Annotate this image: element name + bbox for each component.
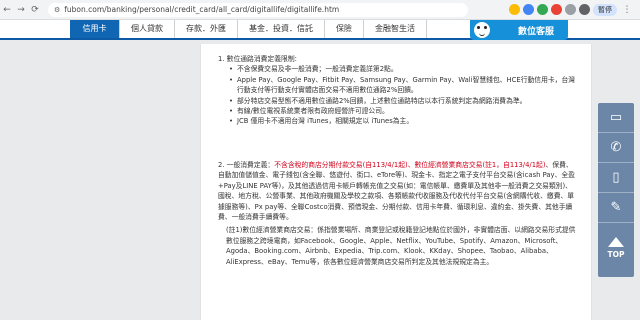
- address-bar[interactable]: ⚙ fubon.com/banking/personal/credit_card…: [48, 2, 468, 17]
- section-2-text: 、保費、自動加值儲值金、電子錢包(含全聯、悠遊付、街口、eTore等)、現金卡、…: [218, 161, 575, 222]
- arrow-up-icon: [608, 237, 624, 247]
- list-item: JCB 僅用卡不適用台灣 iTunes，相關規定以 iTunes為主。: [229, 116, 578, 127]
- extension-icon[interactable]: [537, 4, 548, 15]
- browser-toolbar: ← → ⟳ ⚙ fubon.com/banking/personal/credi…: [0, 0, 640, 20]
- list-item: Apple Pay、Google Pay、Fitbit Pay、Samsung …: [229, 75, 578, 96]
- menu-item-insurance[interactable]: 保險: [325, 20, 364, 38]
- section-2-title: 2. 一般消費定義：: [218, 161, 275, 169]
- menu-item-smart-life[interactable]: 金融智生活: [364, 20, 427, 38]
- site-info-icon[interactable]: ⚙: [54, 6, 60, 14]
- forward-icon[interactable]: →: [14, 5, 28, 15]
- list-item: 不含保費交易及非一般消費；一般消費定義詳第2點。: [229, 64, 578, 75]
- app-download-icon[interactable]: ▯: [598, 163, 634, 193]
- extensions-puzzle-icon[interactable]: [579, 4, 590, 15]
- back-icon[interactable]: ←: [0, 5, 14, 15]
- main-menu: 信用卡 個人貸款 存款．外匯 基金．投資．信託 保險 金融智生活: [70, 20, 427, 38]
- profile-button[interactable]: 暫停: [593, 3, 617, 16]
- menu-icon[interactable]: ⋮: [620, 5, 634, 15]
- main-content: 1. 數位通路消費定義限制: 不含保費交易及非一般消費；一般消費定義詳第2點。 …: [200, 44, 592, 320]
- reload-icon[interactable]: ⟳: [28, 5, 42, 15]
- list-item: 部分特店交易型態不適用數位通路2%回饋，上述數位通路特店以本行系統判定為網路消費…: [229, 96, 578, 107]
- menu-item-credit-card[interactable]: 信用卡: [70, 20, 120, 38]
- section-2-red-text: 不含含稅的商店分期付款交易(自113/4/1起)、數位經濟營業商店交易(註1，自…: [274, 161, 546, 169]
- floating-sidebar: ▭ ✆ ▯ ✎ TOP: [598, 103, 634, 277]
- feedback-icon[interactable]: ✎: [598, 193, 634, 223]
- url-text: fubon.com/banking/personal/credit_card/a…: [64, 5, 340, 14]
- digital-service-label: 數位客服: [517, 26, 554, 37]
- menu-item-personal-loan[interactable]: 個人貸款: [120, 20, 175, 38]
- extension-icon[interactable]: [551, 4, 562, 15]
- back-to-top-button[interactable]: TOP: [598, 223, 634, 273]
- section-general-consumption: 2. 一般消費定義：不含含稅的商店分期付款交易(自113/4/1起)、數位經濟營…: [218, 160, 578, 267]
- section-2-note: (註1)數位經濟營業商店交易：係指營業場所、商業登記或稅籍登記地點位於國外，非實…: [226, 226, 576, 266]
- phone-icon[interactable]: ✆: [598, 133, 634, 163]
- section-2-body: 2. 一般消費定義：不含含稅的商店分期付款交易(自113/4/1起)、數位經濟營…: [218, 160, 578, 222]
- mascot-icon: [472, 20, 492, 40]
- menu-item-investment[interactable]: 基金．投資．信託: [238, 20, 325, 38]
- top-label: TOP: [607, 250, 625, 259]
- video-call-icon[interactable]: ▭: [598, 103, 634, 133]
- section-1-list: 不含保費交易及非一般消費；一般消費定義詳第2點。 Apple Pay、Googl…: [229, 64, 578, 127]
- section-digital-channel: 1. 數位通路消費定義限制: 不含保費交易及非一般消費；一般消費定義詳第2點。 …: [218, 54, 578, 127]
- list-item: 有線/數位電視系統業者限有政府經營許可證公司。: [229, 106, 578, 117]
- extension-icon[interactable]: [523, 4, 534, 15]
- section-1-title: 1. 數位通路消費定義限制:: [218, 55, 297, 63]
- site-navigation: 信用卡 個人貸款 存款．外匯 基金．投資．信託 保險 金融智生活 數位客服: [0, 20, 640, 40]
- extension-icon[interactable]: [509, 4, 520, 15]
- menu-item-deposit[interactable]: 存款．外匯: [175, 20, 238, 38]
- extension-icon[interactable]: [565, 4, 576, 15]
